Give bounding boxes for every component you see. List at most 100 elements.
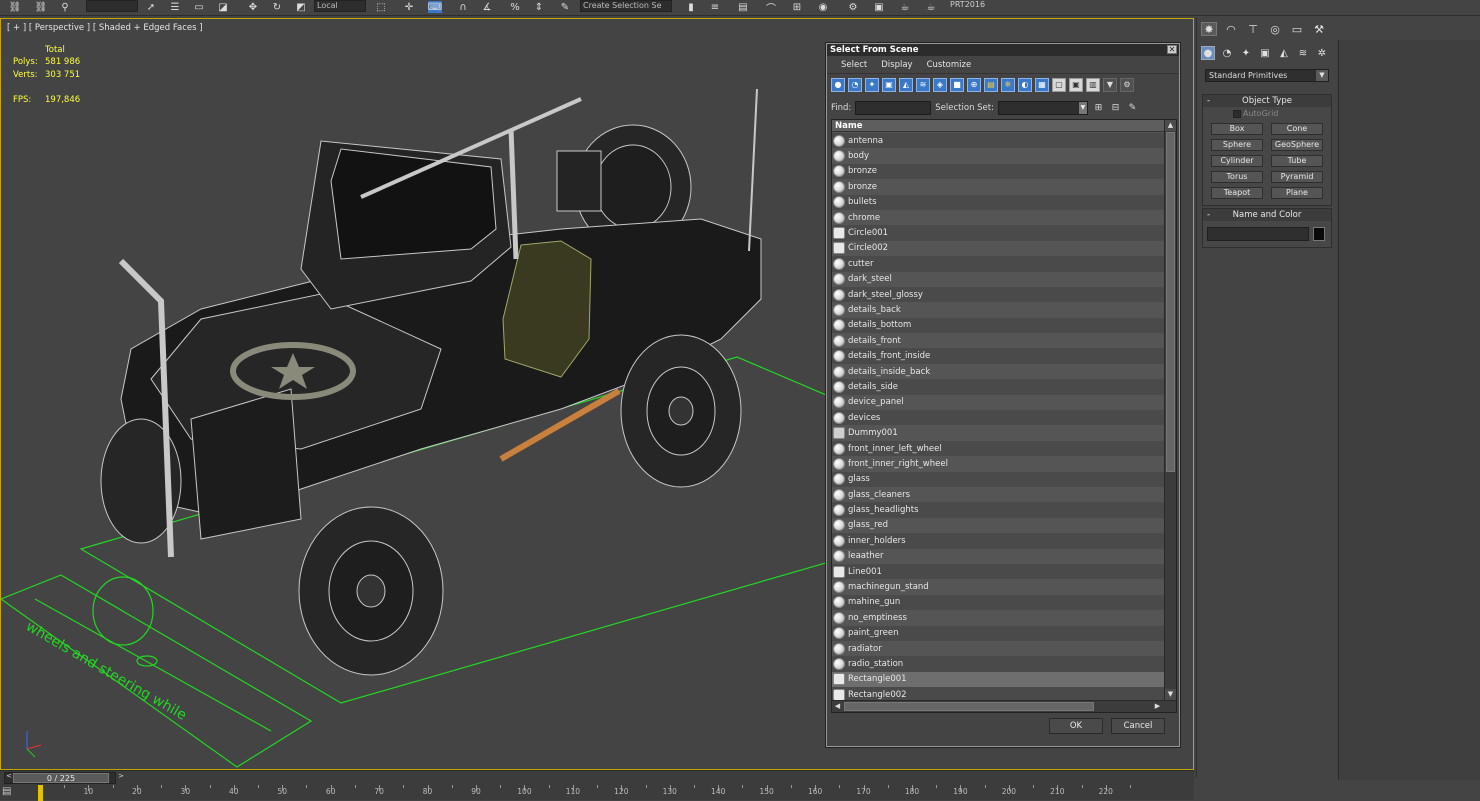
create-tab-icon[interactable]: ✸: [1201, 22, 1217, 36]
chevron-down-icon[interactable]: ▼: [1316, 70, 1328, 81]
list-item[interactable]: inner_holders: [832, 533, 1165, 549]
snap-toggle-icon[interactable]: ∩: [456, 1, 470, 13]
helpers-icon[interactable]: ◭: [1277, 46, 1291, 60]
close-icon[interactable]: ✕: [1167, 45, 1177, 54]
list-item[interactable]: Circle001: [832, 225, 1165, 241]
viewport-label[interactable]: [ + ] [ Perspective ] [ Shaded + Edged F…: [7, 23, 203, 33]
list-item[interactable]: dark_steel: [832, 271, 1165, 287]
list-item[interactable]: cutter: [832, 256, 1165, 272]
scale-icon[interactable]: ◩: [294, 1, 308, 13]
list-item[interactable]: details_bottom: [832, 317, 1165, 334]
link-icon[interactable]: ⛓: [8, 1, 22, 13]
list-item[interactable]: mahine_gun: [832, 594, 1165, 611]
list-item[interactable]: radio_station: [832, 656, 1165, 672]
utilities-tab-icon[interactable]: ⚒: [1311, 22, 1327, 36]
add-selection-set-icon[interactable]: ⊞: [1092, 102, 1105, 115]
mini-listener-icon[interactable]: ▤: [2, 786, 28, 800]
time-slider-thumb[interactable]: 0 / 225: [13, 773, 109, 783]
current-frame-marker[interactable]: [38, 785, 43, 801]
schematic-view-icon[interactable]: ⊞: [790, 1, 804, 13]
vertical-scroll-thumb[interactable]: [1166, 132, 1175, 472]
dialog-title-bar[interactable]: Select From Scene ✕: [827, 44, 1179, 56]
scroll-left-icon[interactable]: ◀: [832, 701, 843, 712]
select-by-name-icon[interactable]: ☰: [168, 1, 182, 13]
list-item[interactable]: bullets: [832, 194, 1165, 210]
list-item[interactable]: no_emptiness: [832, 610, 1165, 626]
rect-selection-icon[interactable]: ▭: [192, 1, 206, 13]
horizontal-scrollbar[interactable]: ◀ ▶: [832, 700, 1176, 712]
list-item[interactable]: Line001: [832, 563, 1165, 580]
list-item[interactable]: radiator: [832, 640, 1165, 657]
chevron-down-icon[interactable]: ▼: [1078, 102, 1087, 114]
frame-ruler[interactable]: 10 20 30 40 50 60 70 80 90 100 110 120 130 140 150 160 1…: [40, 785, 1155, 801]
material-editor-icon[interactable]: ◉: [816, 1, 830, 13]
object-name-field[interactable]: [1207, 227, 1309, 241]
display-tab-icon[interactable]: ▭: [1289, 22, 1305, 36]
list-item[interactable]: dark_steel_glossy: [832, 286, 1165, 303]
named-selection-dropdown[interactable]: Create Selection Se: [580, 0, 672, 12]
cone-button[interactable]: Cone: [1271, 123, 1323, 135]
prev-frame-icon[interactable]: <: [5, 772, 13, 780]
list-item[interactable]: machinegun_stand: [832, 579, 1165, 595]
display-groups-icon[interactable]: ◈: [933, 78, 947, 92]
box-button[interactable]: Box: [1211, 123, 1263, 135]
reference-coord-dropdown[interactable]: Local: [314, 0, 366, 12]
time-slider[interactable]: < 0 / 225 >: [4, 772, 124, 784]
render-production-icon[interactable]: ☕: [898, 1, 912, 13]
align-icon[interactable]: ≡: [708, 1, 722, 13]
display-helpers-icon[interactable]: ◭: [899, 78, 913, 92]
list-item[interactable]: bronze: [832, 179, 1165, 195]
move-icon[interactable]: ✥: [246, 1, 260, 13]
manipulate-icon[interactable]: ✛: [402, 1, 416, 13]
display-cameras-icon[interactable]: ▣: [882, 78, 896, 92]
layer-manager-icon[interactable]: ▤: [736, 1, 750, 13]
list-item[interactable]: glass_red: [832, 517, 1165, 534]
horizontal-scroll-thumb[interactable]: [844, 702, 1094, 711]
display-lights-icon[interactable]: ✦: [865, 78, 879, 92]
motion-tab-icon[interactable]: ◎: [1267, 22, 1283, 36]
bind-space-warp-icon[interactable]: ⚲: [58, 1, 72, 13]
rendered-frame-icon[interactable]: ▣: [872, 1, 886, 13]
vertical-scrollbar[interactable]: ▲ ▼: [1164, 120, 1176, 700]
display-hidden-icon[interactable]: ◐: [1018, 78, 1032, 92]
systems-icon[interactable]: ✲: [1315, 46, 1329, 60]
modify-tab-icon[interactable]: ◠: [1223, 22, 1239, 36]
list-item[interactable]: details_side: [832, 379, 1165, 395]
filter-icon[interactable]: ▼: [1103, 78, 1117, 92]
sphere-button[interactable]: Sphere: [1211, 139, 1263, 151]
cancel-button[interactable]: Cancel: [1111, 718, 1165, 734]
list-item[interactable]: front_inner_left_wheel: [832, 440, 1165, 457]
list-item[interactable]: Dummy001: [832, 425, 1165, 441]
remove-selection-set-icon[interactable]: ⊟: [1109, 102, 1122, 115]
object-type-header[interactable]: - Object Type: [1203, 95, 1331, 107]
category-dropdown[interactable]: Standard Primitives ▼: [1205, 69, 1329, 82]
selection-filter-dropdown[interactable]: [86, 0, 138, 12]
display-xrefs-icon[interactable]: ■: [950, 78, 964, 92]
autogrid-checkbox[interactable]: [1233, 110, 1241, 118]
list-item[interactable]: bronze: [832, 163, 1165, 180]
select-object-icon[interactable]: ➚: [144, 1, 158, 13]
plane-button[interactable]: Plane: [1271, 187, 1323, 199]
angle-snap-icon[interactable]: ∡: [480, 1, 494, 13]
menu-display[interactable]: Display: [881, 60, 912, 70]
geometry-icon[interactable]: ●: [1201, 46, 1215, 60]
list-item[interactable]: devices: [832, 410, 1165, 426]
spacewarps-icon[interactable]: ≋: [1296, 46, 1310, 60]
display-spacewarps-icon[interactable]: ≋: [916, 78, 930, 92]
list-item[interactable]: glass_cleaners: [832, 486, 1165, 503]
list-item[interactable]: paint_green: [832, 625, 1165, 641]
tube-button[interactable]: Tube: [1271, 155, 1323, 167]
scroll-up-icon[interactable]: ▲: [1165, 120, 1176, 131]
name-and-color-header[interactable]: - Name and Color: [1203, 209, 1331, 221]
find-input[interactable]: [855, 101, 932, 115]
display-invert-icon[interactable]: ▣: [1069, 78, 1083, 92]
curve-editor-icon[interactable]: ⌒: [764, 1, 778, 15]
hierarchy-tab-icon[interactable]: ⊤: [1245, 22, 1261, 36]
autogrid-option[interactable]: AutoGrid: [1203, 107, 1331, 121]
list-item[interactable]: details_inside_back: [832, 363, 1165, 380]
list-item[interactable]: details_back: [832, 302, 1165, 318]
list-item[interactable]: body: [832, 148, 1165, 164]
scroll-down-icon[interactable]: ▼: [1165, 689, 1176, 700]
window-crossing-icon[interactable]: ◪: [216, 1, 230, 13]
cylinder-button[interactable]: Cylinder: [1211, 155, 1263, 167]
